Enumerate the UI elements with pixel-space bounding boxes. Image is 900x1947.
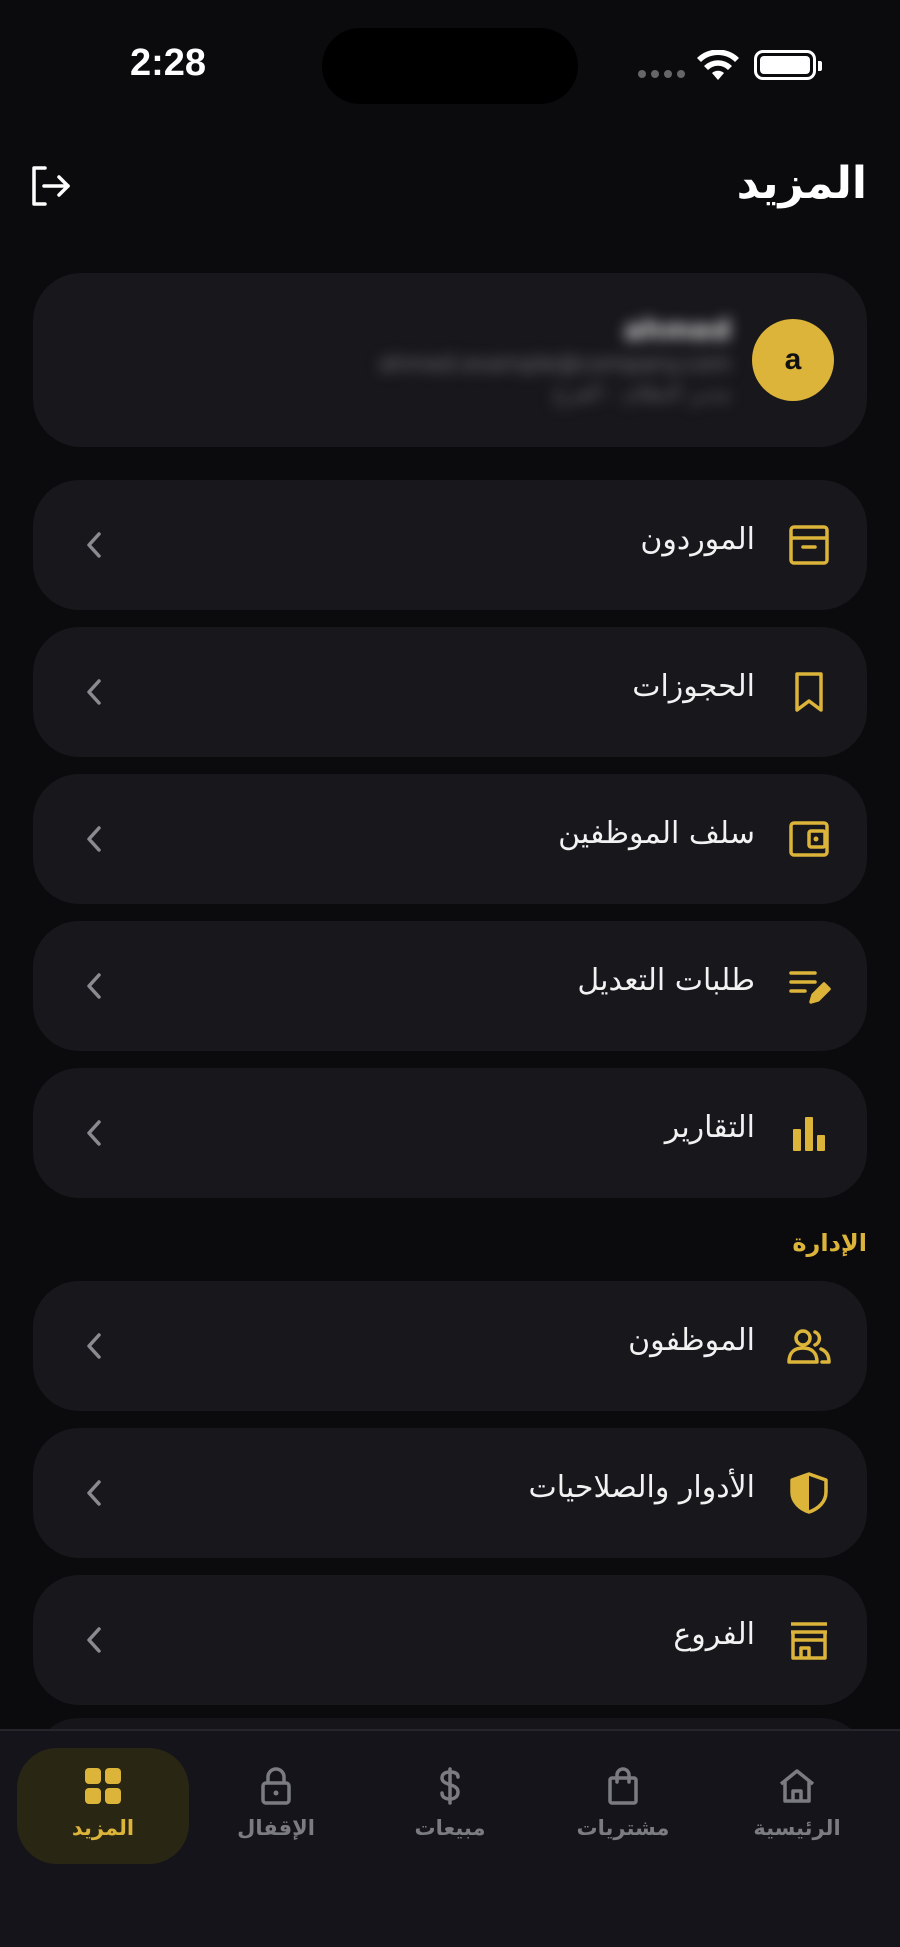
shopping-bag-icon bbox=[601, 1764, 645, 1808]
avatar: a bbox=[752, 319, 834, 401]
menu-item-suppliers[interactable]: الموردون bbox=[33, 480, 867, 610]
nav-tab-more[interactable]: المزيد bbox=[17, 1748, 189, 1864]
nav-tab-label: مبيعات bbox=[414, 1816, 486, 1840]
logout-icon bbox=[32, 166, 70, 206]
chevron-left-icon bbox=[79, 1623, 109, 1657]
menu-item-label: طلبات التعديل bbox=[577, 963, 755, 998]
nav-tab-label: الإقفال bbox=[237, 1816, 315, 1840]
chevron-left-icon bbox=[79, 969, 109, 1003]
edit-list-icon bbox=[781, 958, 837, 1014]
archive-icon bbox=[781, 517, 837, 573]
profile-info: ahmed ahmed.example@company.com مدير الن… bbox=[331, 313, 731, 406]
menu-item-label: الأدوار والصلاحيات bbox=[528, 1470, 755, 1505]
menu-item-employee-advances[interactable]: سلف الموظفين bbox=[33, 774, 867, 904]
chevron-left-icon bbox=[79, 1116, 109, 1150]
nav-tab-sales[interactable]: مبيعات bbox=[364, 1748, 536, 1864]
menu-item-label: الحجوزات bbox=[632, 669, 755, 704]
nav-tab-label: المزيد bbox=[71, 1816, 135, 1840]
profile-role: مدير النظام - الفرع bbox=[553, 381, 731, 406]
chevron-left-icon bbox=[79, 1329, 109, 1363]
chevron-left-icon bbox=[79, 1476, 109, 1510]
shield-icon bbox=[781, 1465, 837, 1521]
status-time: 2:28 bbox=[130, 42, 207, 84]
section-title-administration: الإدارة bbox=[792, 1229, 867, 1257]
chevron-left-icon bbox=[79, 675, 109, 709]
wifi-icon bbox=[696, 49, 740, 86]
menu-item-roles-permissions[interactable]: الأدوار والصلاحيات bbox=[33, 1428, 867, 1558]
nav-tab-home[interactable]: الرئيسية bbox=[711, 1748, 883, 1864]
nav-tab-purchases[interactable]: مشتريات bbox=[537, 1748, 709, 1864]
header: المزيد bbox=[0, 140, 900, 230]
profile-email: ahmed.example@company.com bbox=[378, 352, 731, 377]
chevron-left-icon bbox=[79, 528, 109, 562]
menu-item-label: الفروع bbox=[673, 1617, 755, 1652]
menu-item-label: الموردون bbox=[640, 522, 755, 557]
lock-icon bbox=[254, 1764, 298, 1808]
profile-name: ahmed bbox=[623, 313, 731, 346]
cellular-signal-icon bbox=[638, 70, 685, 78]
home-icon bbox=[775, 1764, 819, 1808]
menu-item-label: سلف الموظفين bbox=[558, 816, 755, 851]
dynamic-island bbox=[322, 28, 578, 104]
chevron-left-icon bbox=[79, 822, 109, 856]
nav-tab-label: الرئيسية bbox=[753, 1816, 841, 1840]
bookmark-icon bbox=[781, 664, 837, 720]
logout-button[interactable] bbox=[26, 162, 74, 210]
profile-card[interactable]: a ahmed ahmed.example@company.com مدير ا… bbox=[33, 273, 867, 447]
dollar-icon bbox=[428, 1764, 472, 1808]
bar-chart-icon bbox=[781, 1105, 837, 1161]
menu-item-label: التقارير bbox=[664, 1110, 755, 1145]
grid-icon bbox=[81, 1764, 125, 1808]
status-bar: 2:28 bbox=[0, 0, 900, 130]
wallet-icon bbox=[781, 811, 837, 867]
page-title: المزيد bbox=[736, 158, 867, 209]
battery-icon bbox=[754, 50, 822, 80]
bottom-nav: المزيد الإقفال مبيعات مشتريات الرئيسية bbox=[0, 1729, 900, 1947]
menu-item-employees[interactable]: الموظفون bbox=[33, 1281, 867, 1411]
store-icon bbox=[781, 1612, 837, 1668]
menu-item-edit-requests[interactable]: طلبات التعديل bbox=[33, 921, 867, 1051]
nav-tab-closing[interactable]: الإقفال bbox=[190, 1748, 362, 1864]
menu-item-reports[interactable]: التقارير bbox=[33, 1068, 867, 1198]
nav-tab-label: مشتريات bbox=[576, 1816, 670, 1840]
users-icon bbox=[781, 1318, 837, 1374]
menu-item-bookings[interactable]: الحجوزات bbox=[33, 627, 867, 757]
menu-item-label: الموظفون bbox=[628, 1323, 755, 1358]
menu-item-branches[interactable]: الفروع bbox=[33, 1575, 867, 1705]
